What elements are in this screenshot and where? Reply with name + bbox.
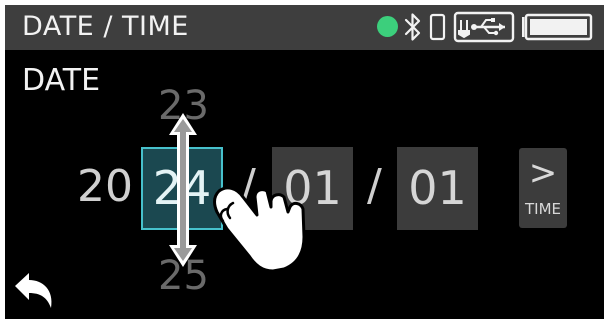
usb-icon	[453, 11, 515, 43]
battery-icon	[522, 13, 593, 41]
back-arrow-icon	[15, 273, 52, 308]
device-screen: DATE / TIME DATE 20 23 24 25 / / 01 01 >…	[5, 5, 604, 319]
year-next-value[interactable]: 25	[158, 253, 209, 299]
status-icons	[404, 11, 593, 43]
chevron-right-icon: >	[528, 153, 558, 193]
smartphone-icon	[429, 13, 446, 41]
next-time-button[interactable]: > TIME	[519, 148, 567, 228]
status-bar: DATE / TIME	[5, 5, 604, 50]
day-field[interactable]: 01	[397, 147, 478, 230]
section-label-date: DATE	[22, 63, 101, 98]
date-separator: /	[241, 160, 256, 211]
month-field[interactable]: 01	[272, 147, 353, 230]
next-button-label: TIME	[524, 200, 561, 218]
year-previous-value[interactable]: 23	[158, 83, 209, 129]
bluetooth-icon	[404, 13, 421, 41]
year-field[interactable]: 24	[141, 147, 223, 230]
date-separator: /	[367, 160, 382, 211]
year-prefix: 20	[77, 161, 133, 212]
